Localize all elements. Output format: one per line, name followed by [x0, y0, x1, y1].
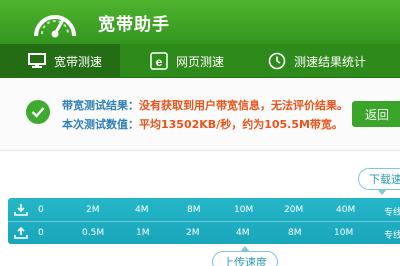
upload-icon	[14, 225, 28, 244]
monitor-icon	[28, 53, 46, 69]
bandwidth-result-value: 没有获取到用户带宽信息，无法评价结果。	[139, 99, 348, 112]
result-panel	[0, 79, 400, 151]
bandwidth-result-line: 带宽测试结果：没有获取到用户带宽信息，无法评价结果。	[62, 97, 348, 113]
upload-tick: 专线	[384, 231, 400, 241]
tab-bar: 宽带测速 e 网页测速 测速结果统计	[0, 44, 400, 78]
tab-broadband-speed-test[interactable]: 宽带测速	[0, 44, 120, 78]
test-value-line: 本次测试数值：平均13502KB/秒，约为105.5M带宽。	[62, 116, 343, 132]
upload-tick: 0.5M	[82, 228, 105, 238]
upload-scale-row: 0 0.5M 1M 2M 4M 8M 10M 专线	[8, 221, 400, 244]
upload-tick: 1M	[136, 228, 150, 238]
download-tick: 40M	[336, 205, 356, 215]
bandwidth-result-label: 带宽测试结果：	[62, 99, 139, 112]
tab-webpage-speed-test[interactable]: e 网页测速	[150, 44, 260, 78]
download-speed-tag: 下载速	[358, 168, 400, 190]
download-tick: 2M	[86, 205, 100, 215]
speedometer-logo-icon	[34, 15, 76, 38]
download-tick: 8M	[187, 205, 201, 215]
download-tick: 0	[38, 205, 44, 215]
speed-scale-bar: 0 2M 4M 8M 10M 20M 40M 专线 0 0.5M 1M 2M 4…	[8, 198, 400, 244]
upload-tick: 8M	[288, 228, 302, 238]
download-scale-row: 0 2M 4M 8M 10M 20M 40M 专线	[8, 198, 400, 221]
upload-tick: 4M	[236, 228, 250, 238]
tab-label: 网页测速	[176, 54, 225, 69]
check-icon	[26, 100, 50, 124]
upload-tick: 2M	[186, 228, 200, 238]
download-tick: 专线	[384, 208, 400, 218]
download-tick: 4M	[135, 205, 149, 215]
download-tick: 20M	[284, 205, 304, 215]
tab-speed-test-statistics[interactable]: 测速结果统计	[268, 44, 400, 78]
browser-icon: e	[150, 52, 168, 70]
download-tag-pointer	[377, 189, 387, 195]
tab-label: 宽带测速	[54, 54, 103, 69]
upload-tick: 10M	[334, 228, 354, 238]
download-icon	[14, 202, 28, 221]
title-bar: 宽带助手	[0, 0, 400, 44]
download-tick: 10M	[234, 205, 254, 215]
app-title: 宽带助手	[98, 15, 170, 35]
upload-speed-tag: 上传速度	[212, 251, 278, 266]
tab-label: 测速结果统计	[294, 54, 367, 69]
back-button[interactable]: 返回	[352, 101, 400, 127]
svg-text:e: e	[156, 55, 163, 69]
upload-tick: 0	[38, 228, 44, 238]
test-value-label: 本次测试数值：	[62, 118, 139, 131]
app-window: 宽带助手 宽带测速 e 网页测速 测速结果统计 带宽测试结果：没有获取到用户带宽…	[0, 0, 400, 266]
clock-icon	[268, 52, 286, 70]
test-value-value: 平均13502KB/秒，约为105.5M带宽。	[139, 118, 343, 131]
